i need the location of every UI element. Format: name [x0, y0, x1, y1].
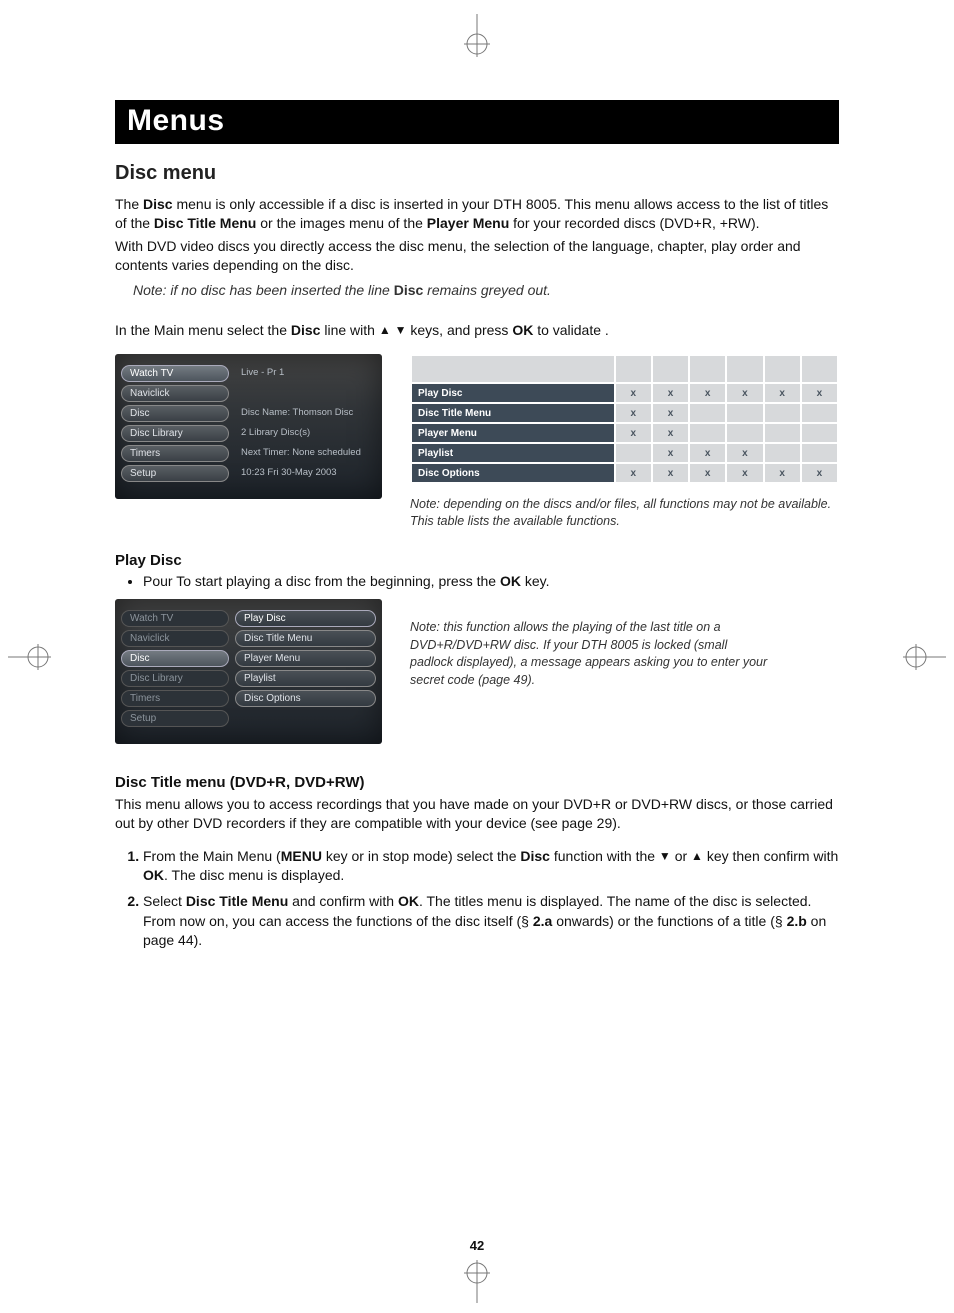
table-cell: x	[689, 463, 726, 483]
intro-paragraph-2: With DVD video discs you directly access…	[115, 237, 839, 275]
table-row-label: Playlist	[411, 443, 615, 463]
function-availability-table: Play DiscxxxxxxDisc Title MenuxxPlayer M…	[410, 354, 839, 530]
submenu-row: Disc Library Playlist	[121, 670, 376, 687]
menu-row: Disc Library 2 Library Disc(s)	[121, 425, 376, 442]
table-cell: x	[615, 423, 652, 443]
intro-paragraph-1: The Disc menu is only accessible if a di…	[115, 195, 839, 233]
disc-title-menu-paragraph: This menu allows you to access recording…	[115, 795, 839, 833]
menu-row: Timers Next Timer: None scheduled	[121, 445, 376, 462]
main-menu-screenshot: Watch TV Live - Pr 1 Naviclick Disc Disc Nam…	[115, 354, 382, 499]
manual-page: Menus Disc menu The Disc menu is only ac…	[0, 0, 954, 1313]
table-cell: x	[652, 463, 689, 483]
submenu-right-item: Player Menu	[235, 650, 376, 667]
table-cell: x	[652, 383, 689, 403]
table-cell	[615, 443, 652, 463]
menu-item-info	[235, 385, 376, 402]
submenu-row: Disc Player Menu	[121, 650, 376, 667]
submenu-left-item: Naviclick	[121, 630, 229, 647]
down-arrow-icon: ▼	[395, 322, 407, 338]
up-arrow-icon: ▲	[691, 848, 703, 865]
table-cell: x	[615, 403, 652, 423]
table-cell: x	[615, 463, 652, 483]
submenu-row: Setup	[121, 710, 376, 727]
table-cell: x	[689, 383, 726, 403]
table-cell: x	[726, 463, 763, 483]
menu-item: Watch TV	[121, 365, 229, 382]
submenu-left-item: Disc	[121, 650, 229, 667]
step-1: From the Main Menu (MENU key or in stop …	[143, 847, 839, 886]
play-disc-heading: Play Disc	[115, 552, 839, 569]
table-row-label: Disc Options	[411, 463, 615, 483]
section-heading: Disc menu	[115, 162, 839, 185]
menu-item: Disc	[121, 405, 229, 422]
table-row-label: Play Disc	[411, 383, 615, 403]
menu-row: Setup 10:23 Fri 30-May 2003	[121, 465, 376, 482]
table-cell: x	[801, 463, 838, 483]
submenu-left-item: Timers	[121, 690, 229, 707]
table-cell: x	[615, 383, 652, 403]
menu-item: Naviclick	[121, 385, 229, 402]
submenu-row: Watch TV Play Disc	[121, 610, 376, 627]
table-cell	[764, 403, 801, 423]
play-disc-note: Note: this function allows the playing o…	[410, 619, 770, 689]
table-cell: x	[726, 383, 763, 403]
submenu-left-item: Setup	[121, 710, 229, 727]
table-row-label: Player Menu	[411, 423, 615, 443]
table-cell	[726, 403, 763, 423]
step-2: Select Disc Title Menu and confirm with …	[143, 892, 839, 951]
menu-item-info: Live - Pr 1	[235, 365, 376, 382]
intro-note: Note: if no disc has been inserted the l…	[133, 281, 839, 300]
menu-row: Watch TV Live - Pr 1	[121, 365, 376, 382]
menu-item-info: Next Timer: None scheduled	[235, 445, 376, 462]
crop-mark-bottom	[452, 1253, 502, 1303]
submenu-row: Timers Disc Options	[121, 690, 376, 707]
table-cell	[726, 423, 763, 443]
intro-instruction: In the Main menu select the Disc line wi…	[115, 321, 839, 340]
disc-submenu-screenshot: Watch TV Play Disc Naviclick Disc Title Men…	[115, 599, 382, 744]
table-cell: x	[801, 383, 838, 403]
menu-item-info: 10:23 Fri 30-May 2003	[235, 465, 376, 482]
crop-mark-right	[896, 632, 946, 682]
play-disc-bullet: Pour To start playing a disc from the be…	[133, 573, 839, 589]
submenu-right-item: Playlist	[235, 670, 376, 687]
menu-item-info: Disc Name: Thomson Disc	[235, 405, 376, 422]
table-cell: x	[652, 443, 689, 463]
submenu-left-item: Disc Library	[121, 670, 229, 687]
table-cell: x	[764, 383, 801, 403]
table-cell: x	[689, 443, 726, 463]
menu-row: Disc Disc Name: Thomson Disc	[121, 405, 376, 422]
table-cell	[801, 403, 838, 423]
menu-item-info: 2 Library Disc(s)	[235, 425, 376, 442]
submenu-right-item: Play Disc	[235, 610, 376, 627]
page-title: Menus	[115, 100, 839, 144]
disc-title-menu-heading: Disc Title menu (DVD+R, DVD+RW)	[115, 774, 839, 791]
table-cell	[764, 443, 801, 463]
submenu-row: Naviclick Disc Title Menu	[121, 630, 376, 647]
crop-mark-left	[8, 632, 58, 682]
menu-item: Disc Library	[121, 425, 229, 442]
submenu-right-item: Disc Options	[235, 690, 376, 707]
table-cell: x	[652, 423, 689, 443]
menu-item: Setup	[121, 465, 229, 482]
table-cell: x	[726, 443, 763, 463]
table-row-label: Disc Title Menu	[411, 403, 615, 423]
submenu-left-item: Watch TV	[121, 610, 229, 627]
table-cell: x	[652, 403, 689, 423]
page-number: 42	[470, 1238, 484, 1253]
table-note: Note: depending on the discs and/or file…	[410, 496, 839, 530]
crop-mark-top	[452, 14, 502, 64]
table-cell: x	[764, 463, 801, 483]
down-arrow-icon: ▼	[659, 848, 671, 865]
submenu-right-item: Disc Title Menu	[235, 630, 376, 647]
disc-title-menu-steps: From the Main Menu (MENU key or in stop …	[115, 847, 839, 951]
menu-item: Timers	[121, 445, 229, 462]
up-arrow-icon: ▲	[379, 322, 391, 338]
table-cell	[764, 423, 801, 443]
menu-row: Naviclick	[121, 385, 376, 402]
table-cell	[689, 423, 726, 443]
table-cell	[689, 403, 726, 423]
table-cell	[801, 423, 838, 443]
table-cell	[801, 443, 838, 463]
